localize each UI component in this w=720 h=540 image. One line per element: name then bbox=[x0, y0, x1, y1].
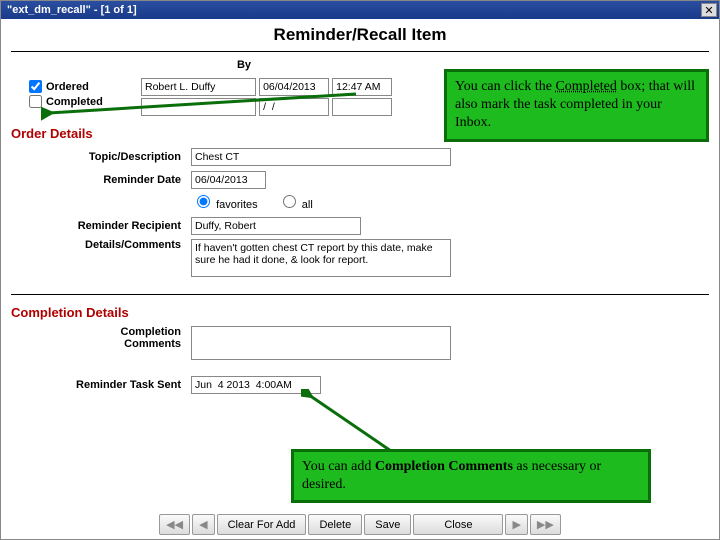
next-button[interactable]: ▶ bbox=[505, 514, 527, 535]
recipient-label: Reminder Recipient bbox=[11, 220, 191, 232]
page-title: Reminder/Recall Item bbox=[11, 25, 709, 45]
recipient-field[interactable] bbox=[191, 217, 361, 235]
delete-button[interactable]: Delete bbox=[308, 514, 362, 535]
topic-label: Topic/Description bbox=[11, 151, 191, 163]
first-button[interactable]: ◀◀ bbox=[159, 514, 190, 535]
favorites-label: favorites bbox=[216, 199, 258, 211]
all-radio[interactable] bbox=[283, 195, 296, 208]
window-title: "ext_dm_recall" - [1 of 1] bbox=[3, 4, 137, 16]
callout-completed: You can click the Completed box; that wi… bbox=[444, 69, 709, 142]
completion-details-heading: Completion Details bbox=[11, 305, 709, 320]
prev-button[interactable]: ◀ bbox=[192, 514, 214, 535]
by-label: By bbox=[11, 59, 261, 71]
titlebar: "ext_dm_recall" - [1 of 1] ✕ bbox=[1, 1, 719, 19]
window-frame: "ext_dm_recall" - [1 of 1] ✕ Reminder/Re… bbox=[0, 0, 720, 540]
task-sent-label: Reminder Task Sent bbox=[11, 379, 191, 391]
completion-comments-label: CompletionComments bbox=[11, 326, 191, 350]
divider bbox=[11, 51, 709, 52]
favorites-radio[interactable] bbox=[197, 195, 210, 208]
all-label: all bbox=[302, 199, 313, 211]
divider bbox=[11, 294, 709, 295]
last-button[interactable]: ▶▶ bbox=[530, 514, 561, 535]
clear-button[interactable]: Clear For Add bbox=[217, 514, 307, 535]
details-label: Details/Comments bbox=[11, 239, 191, 251]
arrow-icon bbox=[41, 89, 361, 129]
reminder-date-label: Reminder Date bbox=[11, 174, 191, 186]
button-bar: ◀◀ ◀ Clear For Add Delete Save Close ▶ ▶… bbox=[1, 514, 719, 535]
callout-comments: You can add Completion Comments as neces… bbox=[291, 449, 651, 503]
reminder-date-field[interactable] bbox=[191, 171, 266, 189]
content-area: Reminder/Recall Item By Ordered Complete… bbox=[1, 19, 719, 539]
close-icon[interactable]: ✕ bbox=[701, 3, 717, 17]
details-field[interactable]: If haven't gotten chest CT report by thi… bbox=[191, 239, 451, 277]
save-button[interactable]: Save bbox=[364, 514, 411, 535]
completion-comments-field[interactable] bbox=[191, 326, 451, 360]
close-button[interactable]: Close bbox=[413, 514, 503, 535]
topic-field[interactable] bbox=[191, 148, 451, 166]
